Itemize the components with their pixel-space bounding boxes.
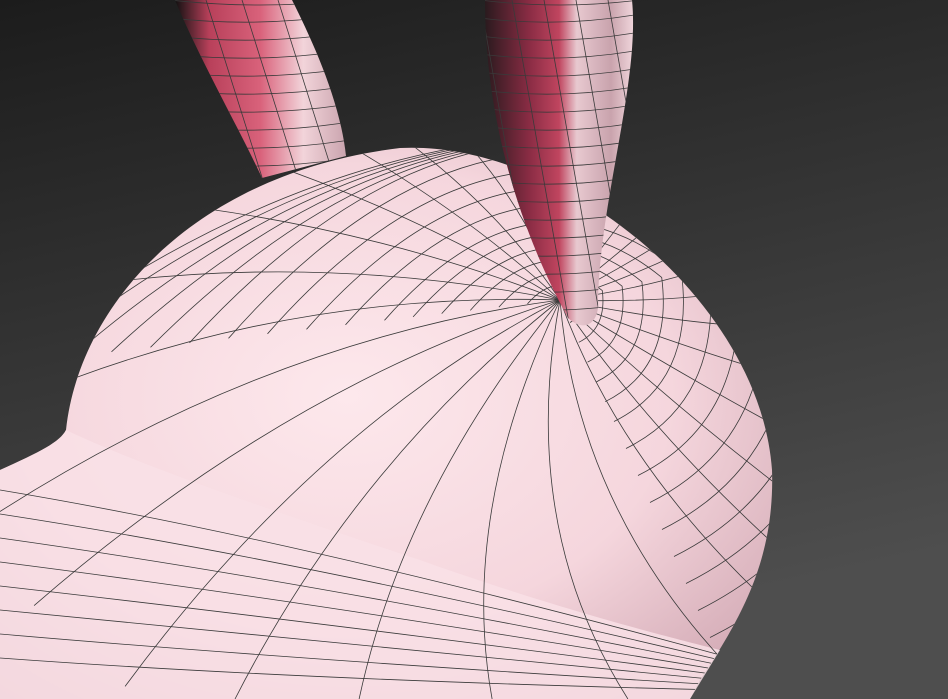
3d-viewport[interactable]	[0, 0, 948, 699]
viewport-canvas[interactable]	[0, 0, 948, 699]
